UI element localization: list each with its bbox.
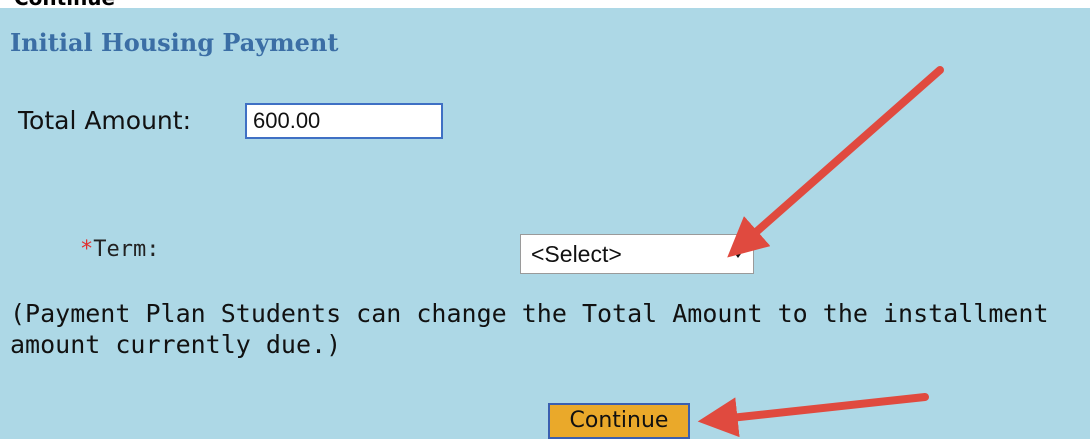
term-label-text: Term: bbox=[93, 237, 160, 262]
term-selected-value: <Select> bbox=[531, 241, 622, 267]
continue-button[interactable]: Continue bbox=[548, 403, 690, 439]
total-amount-input[interactable] bbox=[245, 103, 443, 139]
cut-off-heading: Continue bbox=[0, 0, 1090, 8]
page-title: Initial Housing Payment bbox=[10, 28, 339, 57]
payment-form-panel: Initial Housing Payment Total Amount: *T… bbox=[0, 8, 1090, 439]
required-marker: * bbox=[80, 237, 94, 262]
term-label: *Term: bbox=[80, 237, 159, 262]
total-amount-label: Total Amount: bbox=[18, 106, 191, 135]
chevron-down-icon bbox=[733, 251, 743, 258]
term-select[interactable]: <Select> bbox=[520, 234, 754, 274]
cut-off-heading-text: Continue bbox=[14, 0, 115, 8]
payment-plan-note: (Payment Plan Students can change the To… bbox=[10, 299, 1049, 359]
